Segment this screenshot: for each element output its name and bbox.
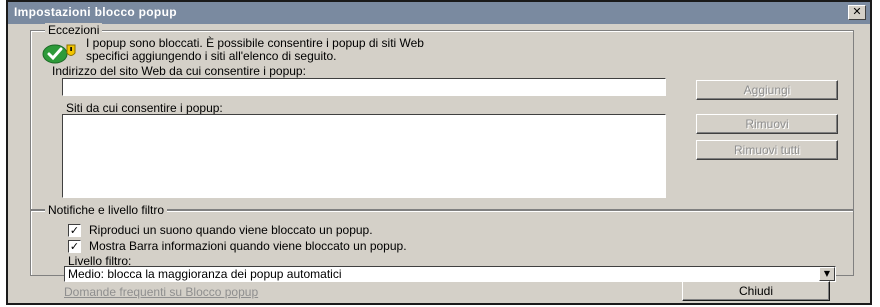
info-line-2: specifici aggiungendo i siti all'elenco … (86, 49, 337, 63)
close-window-button[interactable]: ✕ (848, 5, 866, 20)
close-button[interactable]: Chiudi (682, 281, 830, 301)
address-label: Indirizzo del sito Web da cui consentire… (52, 64, 306, 78)
title-bar[interactable]: Impostazioni blocco popup ✕ (8, 2, 870, 24)
sites-label: Siti da cui consentire i popup: (66, 101, 223, 115)
notifications-legend: Notifiche e livello filtro (45, 203, 168, 217)
remove-button[interactable]: Rimuovi (696, 114, 838, 134)
window-title: Impostazioni blocco popup (14, 5, 177, 19)
play-sound-label: Riproduci un suono quando viene bloccato… (89, 223, 373, 237)
filter-level-value: Medio: blocca la maggioranza dei popup a… (68, 267, 342, 281)
play-sound-checkbox[interactable]: ✓ (68, 223, 81, 237)
show-bar-checkbox[interactable]: ✓ (68, 239, 81, 253)
dropdown-arrow-icon[interactable]: ▼ (819, 267, 835, 281)
address-input[interactable] (62, 78, 666, 96)
info-text: I popup sono bloccati. È possibile conse… (86, 37, 786, 63)
show-bar-label: Mostra Barra informazioni quando viene b… (89, 239, 407, 253)
remove-all-button[interactable]: Rimuovi tutti (696, 140, 838, 160)
faq-link[interactable]: Domande frequenti su Blocco popup (64, 285, 258, 299)
filter-level-select[interactable]: Medio: blocca la maggioranza dei popup a… (64, 266, 836, 282)
add-button[interactable]: Aggiungi (696, 80, 838, 100)
allowed-sites-list[interactable] (62, 114, 666, 198)
show-bar-option[interactable]: ✓ Mostra Barra informazioni quando viene… (68, 239, 407, 253)
exceptions-legend: Eccezioni (45, 23, 103, 37)
shield-check-icon (42, 44, 76, 64)
play-sound-option[interactable]: ✓ Riproduci un suono quando viene blocca… (68, 223, 373, 237)
